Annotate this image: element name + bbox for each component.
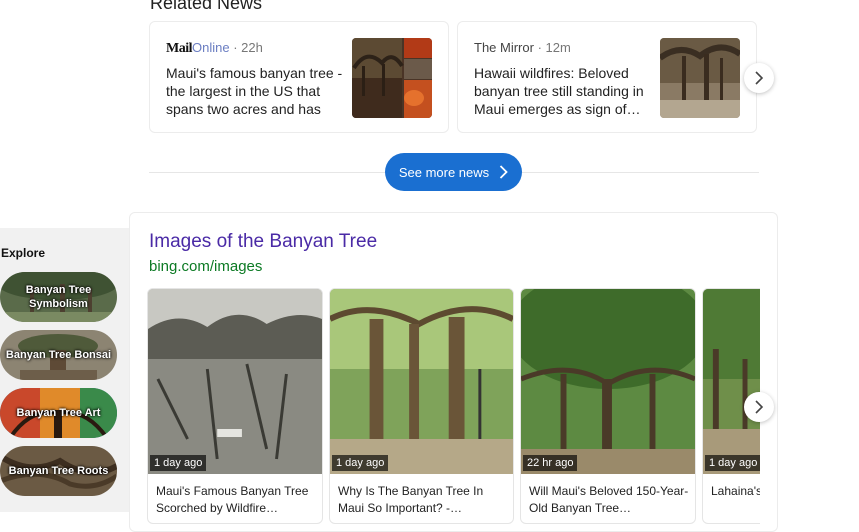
image-thumbnail	[521, 289, 695, 474]
image-time-badge: 1 day ago	[332, 455, 389, 471]
image-time-badge: 22 hr ago	[523, 455, 578, 471]
image-thumbnail	[148, 289, 322, 474]
image-time-badge: 1 day ago	[705, 455, 760, 471]
image-card[interactable]: 1 day ago Why Is The Banyan Tree In Maui…	[329, 288, 514, 524]
chevron-right-icon	[755, 400, 764, 414]
image-caption: Will Maui's Beloved 150-Year-Old Banyan …	[529, 484, 689, 515]
image-card[interactable]: 22 hr ago Will Maui's Beloved 150-Year-O…	[520, 288, 696, 524]
image-caption: Maui's Famous Banyan Tree Scorched by Wi…	[156, 484, 309, 515]
image-time-badge: 1 day ago	[150, 455, 207, 471]
image-caption: Lahaina's Banyan Tree Is S…	[711, 484, 760, 498]
images-carousel: 1 day ago Maui's Famous Banyan Tree Scor…	[0, 0, 760, 530]
image-thumbnail	[703, 289, 760, 474]
image-caption: Why Is The Banyan Tree In Maui So Import…	[338, 484, 484, 515]
image-thumbnail	[330, 289, 513, 474]
images-carousel-next-button[interactable]	[744, 392, 774, 422]
image-card[interactable]: 1 day ago Maui's Famous Banyan Tree Scor…	[147, 288, 323, 524]
